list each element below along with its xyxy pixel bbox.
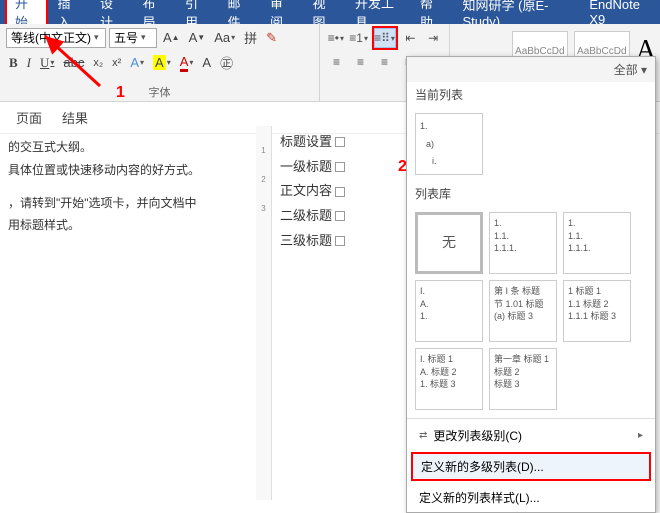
list-item[interactable]: 第 I 条 标题节 1.01 标题(a) 标题 3 [489,280,557,342]
list-item[interactable]: 1.1.1.1.1.1. [563,212,631,274]
list-item[interactable]: 第一章 标题 1标题 2标题 3 [489,348,557,410]
define-new-list-style-menuitem[interactable]: 定义新的列表样式(L)... [407,483,655,512]
list-item[interactable]: I.A.1. [415,280,483,342]
define-new-multilevel-menuitem[interactable]: 定义新的多级列表(D)... [411,452,651,481]
increase-indent-button[interactable]: ⇥ [423,28,443,48]
decrease-indent-button[interactable]: ⇤ [401,28,421,48]
doc-heading: 标题设置 [280,130,345,155]
collapse-icon[interactable] [335,211,345,221]
chevron-right-icon: ▸ [638,430,643,441]
bold-button[interactable]: B [6,53,21,73]
list-item[interactable]: I. 标题 1A. 标题 21. 标题 3 [415,348,483,410]
vertical-ruler: 123 [256,126,272,500]
font-group: 等线(中文正文)▾ 五号▾ A▲ A▼ Aa▾ 拼 ✎ B I U▾ abc x… [0,24,320,101]
text-effect-button[interactable]: A▾ [127,53,147,72]
document-body[interactable]: 标题设置 一级标题 正文内容 二级标题 三级标题 [280,130,345,253]
doc-heading: 正文内容 [280,179,345,204]
collapse-icon[interactable] [335,187,345,197]
font-group-label: 字体 [0,84,319,100]
nav-text-line: 的交互式大纲。 [8,136,242,159]
chevron-down-icon: ▾ [94,32,99,43]
numbering-button[interactable]: ≡1▾ [349,28,369,48]
doc-heading: 二级标题 [280,204,345,229]
list-library-section: 列表库 [407,181,655,206]
list-item[interactable]: 1 标题 11.1 标题 21.1.1 标题 3 [563,280,631,342]
font-size-value: 五号 [114,29,138,46]
italic-button[interactable]: I [24,53,34,73]
nav-text-line: 用标题样式。 [8,214,242,237]
list-item[interactable]: 1.1.1.1.1.1. [489,212,557,274]
shrink-font-button[interactable]: A▼ [186,28,209,47]
highlight-button[interactable]: A▾ [150,53,174,72]
underline-button[interactable]: U▾ [37,53,57,73]
nav-pane-content: 的交互式大纲。 具体位置或快速移动内容的好方式。 ，请转到"开始"选项卡，并向文… [0,126,250,247]
font-name-value: 等线(中文正文) [11,29,91,46]
change-case-button[interactable]: Aa▾ [211,28,238,47]
indent-icon: ⇄ [419,430,427,441]
strike-button[interactable]: abc [60,53,87,72]
font-size-combo[interactable]: 五号▾ [109,28,157,48]
phonetic-button[interactable]: 拼 [241,26,260,49]
nav-tab-results[interactable]: 结果 [62,108,88,127]
superscript-button[interactable]: x² [109,55,124,71]
ribbon-tabs: 开始 插入 设计 布局 引用 邮件 审阅 视图 开发工具 帮助 知网研学 (原E… [0,0,660,24]
nav-text-line: 具体位置或快速移动内容的好方式。 [8,159,242,182]
enclose-button[interactable]: ㊣ [217,51,236,74]
align-left-button[interactable]: ≡ [326,52,347,72]
align-right-button[interactable]: ≡ [374,52,395,72]
align-center-button[interactable]: ≡ [350,52,371,72]
char-shading-button[interactable]: A [199,53,214,72]
clear-format-button[interactable]: ✎ [263,28,280,48]
nav-tab-page[interactable]: 页面 [16,108,42,127]
bullets-button[interactable]: ≡•▾ [326,28,346,48]
doc-heading: 三级标题 [280,229,345,254]
list-item-none[interactable]: 无 [415,212,483,274]
chevron-down-icon: ▾ [141,32,146,43]
doc-heading: 一级标题 [280,155,345,180]
multilevel-dropdown: 全部 ▾ 当前列表 1. a) i. 列表库 无 1.1.1.1.1.1. 1.… [406,56,656,513]
font-color-button[interactable]: A▾ [177,52,197,74]
collapse-icon[interactable] [335,162,345,172]
grow-font-button[interactable]: A▲ [160,28,183,47]
dropdown-filter[interactable]: 全部 ▾ [407,57,655,82]
current-list-item[interactable]: 1. a) i. [415,113,483,175]
font-name-combo[interactable]: 等线(中文正文)▾ [6,28,106,48]
nav-text-line: ，请转到"开始"选项卡，并向文档中 [8,192,242,215]
collapse-icon[interactable] [335,137,345,147]
change-list-level-menuitem[interactable]: ⇄ 更改列表级别(C) ▸ [407,421,655,450]
subscript-button[interactable]: x₂ [90,55,106,71]
collapse-icon[interactable] [335,236,345,246]
multilevel-list-highlight: ≡⠿▾ [372,26,398,50]
current-list-section: 当前列表 [407,82,655,107]
multilevel-list-button[interactable]: ≡⠿▾ [374,28,396,48]
list-library-gallery: 无 1.1.1.1.1.1. 1.1.1.1.1.1. I.A.1. 第 I 条… [407,206,655,416]
